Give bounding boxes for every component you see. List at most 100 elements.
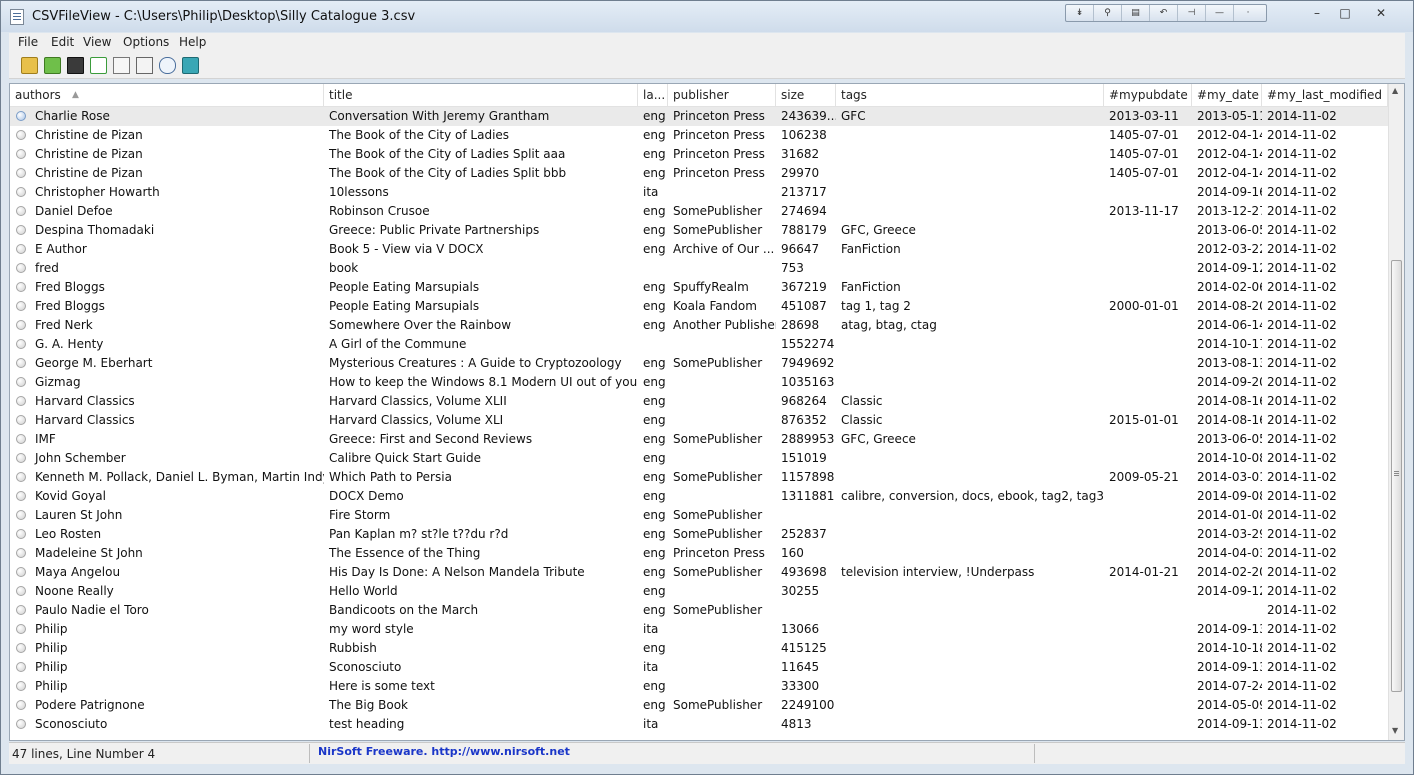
undo-icon[interactable]: ↶	[1150, 5, 1178, 21]
cell-my-date: 2012-04-14	[1197, 128, 1262, 142]
cell-tags	[836, 544, 1104, 563]
cell-tags: calibre, conversion, docs, ebook, tag2, …	[841, 489, 1104, 503]
collapse-icon[interactable]: ↡	[1066, 5, 1094, 21]
table-row[interactable]: Philip Sconosciuto ita 11645 2014-09-13 2014-…	[10, 658, 1388, 677]
row-status-icon	[16, 111, 26, 121]
table-row[interactable]: Christine de Pizan The Book of the City o…	[10, 145, 1388, 164]
row-status-icon	[16, 320, 26, 330]
cell-authors: IMF	[35, 432, 56, 446]
table-row[interactable]: Christine de Pizan The Book of the City o…	[10, 126, 1388, 145]
menu-edit[interactable]: Edit	[51, 35, 74, 49]
header-publisher[interactable]: publisher	[668, 84, 776, 106]
refresh-icon[interactable]	[90, 57, 107, 74]
pin-icon[interactable]: ⚲	[1094, 5, 1122, 21]
table-row[interactable]: G. A. Henty A Girl of the Commune 1552274 2…	[10, 335, 1388, 354]
maximize-button[interactable]: □	[1331, 3, 1359, 23]
table-row[interactable]: Harvard Classics Harvard Classics, Volume…	[10, 392, 1388, 411]
cell-title: Book 5 - View via V DOCX	[329, 242, 484, 256]
scroll-thumb[interactable]	[1391, 260, 1402, 692]
header-my-date[interactable]: #my_date	[1192, 84, 1262, 106]
properties-icon[interactable]	[136, 57, 153, 74]
find-icon[interactable]	[159, 57, 176, 74]
table-row[interactable]: John Schember Calibre Quick Start Guide en…	[10, 449, 1388, 468]
cell-size: 13066	[781, 622, 820, 636]
header-my-last-modified[interactable]: #my_last_modified	[1262, 84, 1388, 106]
table-row[interactable]: IMF Greece: First and Second Reviews eng So…	[10, 430, 1388, 449]
table-row[interactable]: Sconosciuto test heading ita 4813 2014-09-13…	[10, 715, 1388, 734]
table-row[interactable]: Christine de Pizan The Book of the City o…	[10, 164, 1388, 183]
menu-view[interactable]: View	[83, 35, 111, 49]
row-status-icon	[16, 453, 26, 463]
open-folder-icon[interactable]	[21, 57, 38, 74]
cell-publisher: Archive of Our ...	[673, 242, 775, 256]
table-row[interactable]: Madeleine St John The Essence of the Thin…	[10, 544, 1388, 563]
table-row[interactable]: Philip Rubbish eng 415125 2014-10-18 2014-11-…	[10, 639, 1388, 658]
table-row[interactable]: Noone Really Hello World eng 30255 2014-09-1…	[10, 582, 1388, 601]
exit-icon[interactable]	[182, 57, 199, 74]
table-row[interactable]: E Author Book 5 - View via V DOCX eng Archi…	[10, 240, 1388, 259]
scroll-up-icon[interactable]: ▲	[1392, 86, 1398, 95]
header-language[interactable]: la...	[638, 84, 668, 106]
cell-my-last-modified: 2014-11-02	[1267, 318, 1337, 332]
nirsoft-link[interactable]: NirSoft Freeware. http://www.nirsoft.net	[318, 745, 570, 758]
close-button[interactable]: ✕	[1367, 3, 1395, 23]
menu-help[interactable]: Help	[179, 35, 206, 49]
table-row[interactable]: Daniel Defoe Robinson Crusoe eng SomePublis…	[10, 202, 1388, 221]
table-row[interactable]: fred book 753 2014-09-12 2014-11-02	[10, 259, 1388, 278]
row-status-icon	[16, 586, 26, 596]
table-row[interactable]: Kenneth M. Pollack, Daniel L. Byman, Mar…	[10, 468, 1388, 487]
table-row[interactable]: Lauren St John Fire Storm eng SomePublisher…	[10, 506, 1388, 525]
header-title[interactable]: title	[324, 84, 638, 106]
cell-language: eng	[643, 679, 666, 693]
table-row[interactable]: Fred Bloggs People Eating Marsupials eng Ko…	[10, 297, 1388, 316]
header-tags[interactable]: tags	[836, 84, 1104, 106]
copy-icon[interactable]	[113, 57, 130, 74]
table-row[interactable]: Philip Here is some text eng 33300 2014-07-2…	[10, 677, 1388, 696]
table-row[interactable]: Christopher Howarth 10lessons ita 213717 201…	[10, 183, 1388, 202]
ruler-icon[interactable]: ⊣	[1178, 5, 1206, 21]
cell-mypubdate	[1104, 430, 1192, 449]
title-bar[interactable]: CSVFileView - C:\Users\Philip\Desktop\Si…	[1, 1, 1413, 32]
open-recent-icon[interactable]	[44, 57, 61, 74]
table-row[interactable]: George M. Eberhart Mysterious Creatures :…	[10, 354, 1388, 373]
table-row[interactable]: Philip my word style ita 13066 2014-09-13 201…	[10, 620, 1388, 639]
cell-my-last-modified: 2014-11-02	[1267, 280, 1337, 294]
vertical-scrollbar[interactable]: ▲ ▼	[1388, 84, 1404, 740]
cell-my-last-modified: 2014-11-02	[1267, 527, 1337, 541]
menu-file[interactable]: File	[18, 35, 38, 49]
save-icon[interactable]	[67, 57, 84, 74]
header-size[interactable]: size	[776, 84, 836, 106]
dot-icon[interactable]: ·	[1234, 5, 1262, 21]
table-row[interactable]: Fred Bloggs People Eating Marsupials eng Sp…	[10, 278, 1388, 297]
table-row[interactable]: Podere Patrignone The Big Book eng SomePubl…	[10, 696, 1388, 715]
cell-language: ita	[643, 185, 659, 199]
cell-my-date: 2014-10-17	[1197, 337, 1262, 351]
cell-tags	[836, 145, 1104, 164]
table-row[interactable]: Gizmag How to keep the Windows 8.1 Modern…	[10, 373, 1388, 392]
cell-my-last-modified: 2014-11-02	[1267, 660, 1337, 674]
cell-authors: Despina Thomadaki	[35, 223, 155, 237]
minimize-button[interactable]: –	[1303, 3, 1331, 23]
table-row[interactable]: Leo Rosten Pan Kaplan m? st?le t??du r?d e…	[10, 525, 1388, 544]
cell-mypubdate: 2013-03-11	[1109, 109, 1179, 123]
table-row[interactable]: Despina Thomadaki Greece: Public Private …	[10, 221, 1388, 240]
cell-mypubdate	[1104, 354, 1192, 373]
scroll-down-icon[interactable]: ▼	[1392, 726, 1398, 735]
cell-my-date	[1192, 601, 1262, 620]
table-row[interactable]: Fred Nerk Somewhere Over the Rainbow eng An…	[10, 316, 1388, 335]
table-row[interactable]: Paulo Nadie el Toro Bandicoots on the Mar…	[10, 601, 1388, 620]
cell-mypubdate	[1104, 278, 1192, 297]
window-list-icon[interactable]: ▤	[1122, 5, 1150, 21]
table-row[interactable]: Maya Angelou His Day Is Done: A Nelson Ma…	[10, 563, 1388, 582]
table-row[interactable]: Charlie Rose Conversation With Jeremy Gra…	[10, 107, 1388, 126]
table-row[interactable]: Harvard Classics Harvard Classics, Volume…	[10, 411, 1388, 430]
minimize-small-icon[interactable]: —	[1206, 5, 1234, 21]
header-authors[interactable]: authors ▲	[10, 84, 324, 106]
header-mypubdate[interactable]: #mypubdate	[1104, 84, 1192, 106]
cell-my-last-modified: 2014-11-02	[1267, 166, 1337, 180]
cell-my-last-modified: 2014-11-02	[1267, 584, 1337, 598]
cell-tags	[836, 259, 1104, 278]
menu-options[interactable]: Options	[123, 35, 169, 49]
table-row[interactable]: Kovid Goyal DOCX Demo eng 1311881 calibre, c…	[10, 487, 1388, 506]
row-status-icon	[16, 244, 26, 254]
